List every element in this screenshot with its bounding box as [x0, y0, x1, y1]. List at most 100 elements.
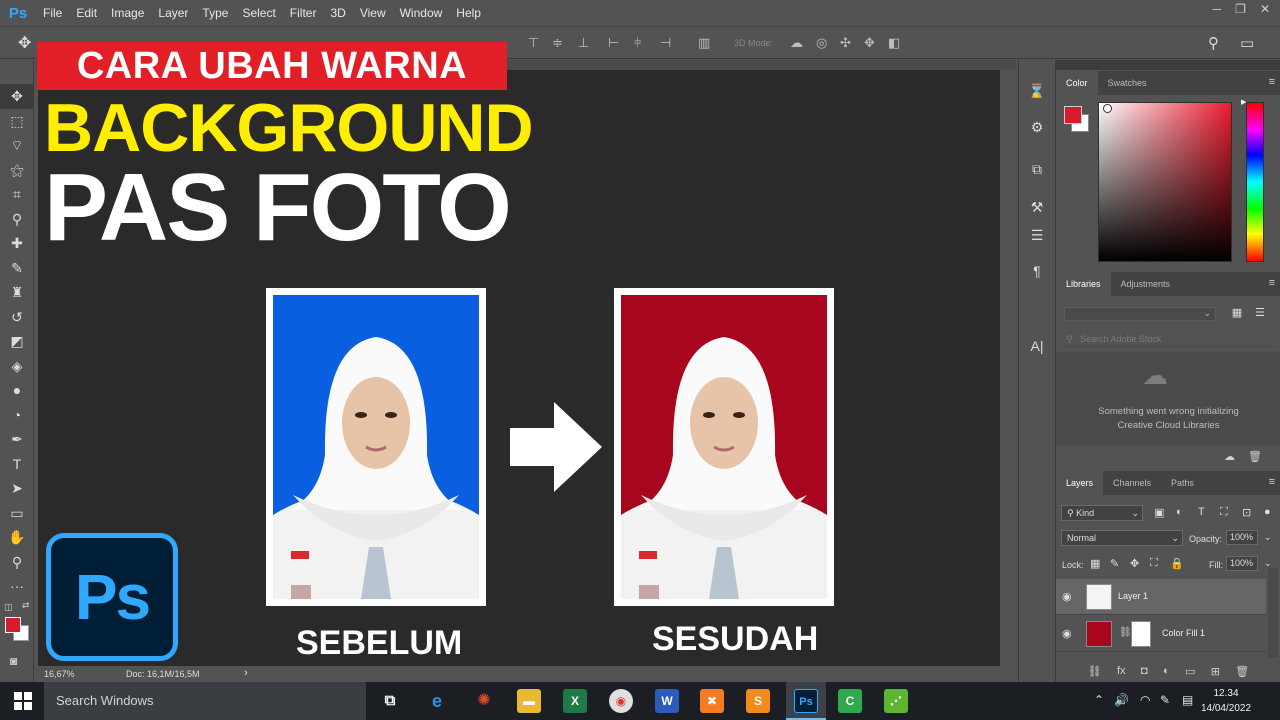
zoom-level[interactable]: 16,67%	[44, 669, 75, 679]
volume-icon[interactable]: 🔊	[1114, 693, 1129, 707]
hand-tool-icon[interactable]: ✋	[0, 525, 34, 550]
filter-pixel-icon[interactable]: ▣	[1154, 506, 1164, 519]
align-top-icon[interactable]: ⊤	[528, 35, 539, 51]
chrome-icon[interactable]: ◉	[609, 689, 633, 713]
more-tools-icon[interactable]: ···	[0, 574, 34, 599]
path-selection-tool-icon[interactable]: ➤	[0, 476, 34, 501]
pen-tray-icon[interactable]: ✎	[1160, 693, 1170, 707]
taskbar-search-input[interactable]: Search Windows	[44, 682, 366, 720]
swap-colors-icon[interactable]: ⇄	[22, 600, 30, 611]
menu-layer[interactable]: Layer	[151, 6, 195, 20]
grid-view-icon[interactable]: ▦	[1229, 305, 1245, 321]
lock-artboard-icon[interactable]: ⛶	[1150, 557, 1158, 570]
new-group-icon[interactable]: ▭	[1185, 665, 1195, 678]
layer-row-color-fill-1[interactable]: ◉ ⛓ Color Fill 1	[1056, 616, 1266, 652]
clone-source-panel-icon[interactable]: ⧉	[1026, 158, 1048, 180]
visibility-eye-icon[interactable]: ◉	[1062, 627, 1072, 640]
crop-tool-icon[interactable]: ⌗	[0, 182, 34, 207]
menu-3d[interactable]: 3D	[323, 6, 352, 20]
hue-slider-marker-icon[interactable]: ▶	[1241, 98, 1246, 106]
foreground-color-swatch[interactable]	[5, 617, 21, 633]
edge-browser-icon[interactable]: e	[425, 689, 449, 713]
menu-edit[interactable]: Edit	[69, 6, 104, 20]
app-green-icon[interactable]: ⋰	[884, 689, 908, 713]
hue-slider[interactable]	[1246, 102, 1264, 262]
taskbar-clock[interactable]: 12.34 14/04/2022	[1200, 686, 1252, 716]
link-layers-icon[interactable]: ⛓	[1088, 665, 1102, 678]
color-picker-cursor[interactable]	[1103, 104, 1112, 113]
color-fill-thumbnail[interactable]	[1086, 621, 1112, 647]
file-explorer-icon[interactable]: ▬	[517, 689, 541, 713]
excel-icon[interactable]: X	[563, 689, 587, 713]
paint-bucket-tool-icon[interactable]: ◈	[0, 354, 34, 379]
tab-channels[interactable]: Channels	[1103, 471, 1161, 495]
blend-mode-select[interactable]: Normal ⌄	[1061, 530, 1183, 546]
color-picker-field[interactable]	[1098, 102, 1232, 262]
color-panel-menu-icon[interactable]: ≡	[1269, 76, 1275, 88]
layer-1-name[interactable]: Layer 1	[1118, 591, 1148, 601]
task-view-icon[interactable]: ⧉	[378, 689, 402, 713]
notification-icon[interactable]: ▤	[1182, 693, 1193, 707]
lock-all-icon[interactable]: 🔒	[1170, 557, 1184, 570]
lock-image-pixels-icon[interactable]: ✎	[1110, 557, 1119, 570]
filter-toggle-icon[interactable]: ●	[1264, 506, 1271, 518]
menu-type[interactable]: Type	[195, 6, 235, 20]
align-left-icon[interactable]: ⊢	[608, 35, 619, 51]
color-fill-1-name[interactable]: Color Fill 1	[1162, 628, 1205, 638]
filter-type-icon[interactable]: T	[1198, 506, 1205, 518]
wifi-icon[interactable]: ◠	[1140, 693, 1150, 707]
workspace-switcher-icon[interactable]: ▭	[1240, 34, 1254, 52]
minimize-button[interactable]: ─	[1213, 2, 1222, 16]
lasso-tool-icon[interactable]: ⌔	[0, 133, 34, 158]
trash-icon[interactable]: 🗑	[1248, 450, 1262, 463]
layer-style-fx-icon[interactable]: fx	[1117, 665, 1126, 677]
align-vcenter-icon[interactable]: ≑	[552, 35, 563, 51]
foreground-background-colors[interactable]	[5, 617, 31, 643]
healing-brush-tool-icon[interactable]: ✚	[0, 231, 34, 256]
quick-mask-icon[interactable]: ◙	[10, 654, 17, 668]
adobe-stock-search-input[interactable]: ⚲ Search Adobe Stock	[1064, 331, 1276, 347]
filter-smart-object-icon[interactable]: ⊡	[1242, 506, 1251, 519]
close-button[interactable]: ✕	[1260, 2, 1270, 16]
layer-mask-thumbnail[interactable]	[1131, 621, 1151, 647]
menu-filter[interactable]: Filter	[283, 6, 324, 20]
tab-layers[interactable]: Layers	[1056, 471, 1104, 495]
3d-roll-icon[interactable]: ◎	[816, 35, 827, 51]
tab-swatches[interactable]: Swatches	[1098, 71, 1157, 95]
eraser-tool-icon[interactable]: ◩	[0, 329, 34, 354]
word-icon[interactable]: W	[655, 689, 679, 713]
pen-tool-icon[interactable]: ✒	[0, 427, 34, 452]
3d-slide-icon[interactable]: ✥	[864, 35, 875, 51]
app-swirl-icon[interactable]: ✺	[472, 689, 496, 713]
status-menu-arrow-icon[interactable]: ›	[244, 667, 248, 679]
filter-shape-icon[interactable]: ⛶	[1220, 506, 1228, 519]
brush-tool-icon[interactable]: ✎	[0, 256, 34, 281]
menu-select[interactable]: Select	[235, 6, 282, 20]
align-bottom-icon[interactable]: ⊥	[578, 35, 589, 51]
tab-color[interactable]: Color	[1056, 71, 1098, 95]
menu-file[interactable]: File	[36, 6, 69, 20]
photoshop-taskbar-icon[interactable]: Ps	[794, 689, 818, 713]
blur-tool-icon[interactable]: ●	[0, 378, 34, 403]
tray-show-hidden-icon[interactable]: ⌃	[1094, 693, 1104, 707]
type-tool-icon[interactable]: T	[0, 452, 34, 477]
clone-stamp-tool-icon[interactable]: ♜	[0, 280, 34, 305]
marquee-tool-icon[interactable]: ⬚	[0, 109, 34, 134]
libraries-panel-menu-icon[interactable]: ≡	[1269, 277, 1275, 289]
adjustments-panel-icon[interactable]: ☰	[1026, 224, 1048, 246]
new-layer-icon[interactable]: ⊞	[1211, 665, 1220, 678]
windows-start-icon[interactable]	[14, 692, 32, 710]
menu-image[interactable]: Image	[104, 6, 151, 20]
filter-adjustment-icon[interactable]: ◐	[1176, 506, 1183, 518]
new-adjustment-layer-icon[interactable]: ◐	[1163, 665, 1170, 677]
default-colors-icon[interactable]: ◫	[4, 602, 13, 613]
history-brush-tool-icon[interactable]: ↺	[0, 305, 34, 330]
delete-layer-icon[interactable]: 🗑	[1235, 665, 1249, 678]
layers-panel-menu-icon[interactable]: ≡	[1269, 476, 1275, 488]
opacity-input[interactable]: 100%	[1226, 530, 1258, 545]
lock-transparent-pixels-icon[interactable]: ▦	[1090, 557, 1100, 570]
3d-pan-icon[interactable]: ✣	[840, 35, 851, 51]
3d-orbit-icon[interactable]: ☁	[790, 35, 803, 51]
history-panel-icon[interactable]: ⌛	[1026, 80, 1048, 102]
menu-view[interactable]: View	[353, 6, 393, 20]
